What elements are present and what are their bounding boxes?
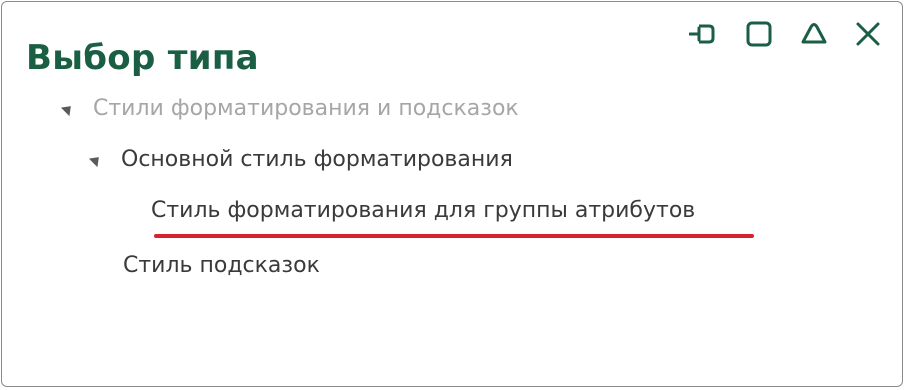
tree-node-formatting-styles-and-hints[interactable]: Стили форматирования и подсказок [60, 94, 519, 124]
expanded-triangle-icon[interactable] [88, 152, 104, 168]
close-icon [856, 22, 880, 46]
maximize-icon [746, 21, 772, 47]
expanded-triangle-icon[interactable] [60, 101, 76, 117]
type-selection-dialog: Выбор типа Стили форматирования и подска… [1, 1, 903, 387]
tree-node-label: Стиль подсказок [123, 253, 320, 278]
tree-node-main-formatting-style[interactable]: Основной стиль форматирования [88, 145, 513, 175]
dialog-title: Выбор типа [26, 38, 259, 78]
tree-node-label: Основной стиль форматирования [121, 147, 513, 172]
tree-node-attribute-group-style[interactable]: Стиль форматирования для группы атрибуто… [151, 196, 695, 226]
tree-node-label: Стили форматирования и подсказок [93, 96, 519, 121]
maximize-button[interactable] [743, 17, 775, 51]
collapse-icon [801, 23, 827, 44]
tree-node-label: Стиль форматирования для группы атрибуто… [151, 198, 696, 223]
highlight-underline [154, 234, 754, 238]
pin-button[interactable] [688, 17, 720, 51]
collapse-button[interactable] [798, 17, 830, 51]
pin-icon [689, 24, 715, 44]
tree-node-hint-style[interactable]: Стиль подсказок [123, 251, 320, 281]
close-button[interactable] [852, 17, 884, 51]
